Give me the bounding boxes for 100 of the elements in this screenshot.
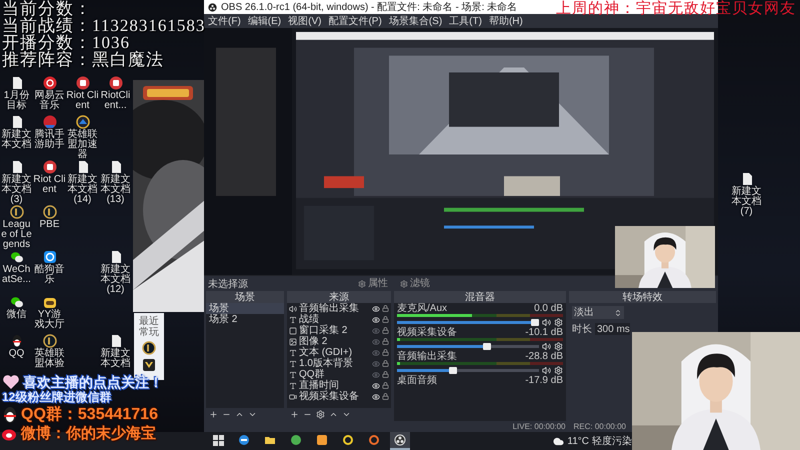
desktop-icon[interactable]: 1月份目标 [0,76,33,111]
game-icon [142,358,156,372]
lock-icon[interactable] [382,349,389,356]
settings-icon[interactable] [554,342,563,350]
source-item[interactable]: 窗口采集 2 [299,325,370,336]
emblem-icon [42,205,56,219]
desktop-icon[interactable]: 新建文本文档 [99,334,132,369]
source-item[interactable]: QQ群 [299,369,370,380]
move-down-icon[interactable] [248,410,257,419]
scene-item[interactable]: 场景 2 [206,314,284,325]
desktop-icon[interactable]: YY游戏大厅 [33,295,66,330]
menu-item[interactable]: 编辑(E) [248,14,282,28]
desktop-icon[interactable]: 腾讯手游助手 [33,115,66,150]
speaker-icon [289,304,297,312]
speaker-icon[interactable] [542,318,551,326]
add-icon[interactable] [290,410,299,419]
status-text: LIVE: 00:00:00 [512,422,566,431]
gear-icon [358,280,366,288]
toolbar-button[interactable]: 属性 [356,278,390,289]
desktop-icon[interactable]: 酷狗音乐 [33,250,66,285]
channel-name: 麦克风/Aux [397,303,448,314]
desktop-icon[interactable]: 英雄联盟加速器 [66,115,99,160]
move-up-icon[interactable] [329,410,338,419]
penguin-icon [2,406,18,424]
speaker-icon[interactable] [542,342,551,350]
source-item[interactable]: 1.0版本背景 [299,358,370,369]
lock-icon[interactable] [382,316,389,323]
lock-icon[interactable] [382,382,389,389]
add-icon[interactable] [209,410,218,419]
transition-select[interactable]: 淡出 [572,306,624,319]
desktop-icon[interactable]: RiotClient... [99,76,132,111]
menu-item[interactable]: 工具(T) [449,14,482,28]
move-up-icon[interactable] [235,410,244,419]
recent-label: 最近常玩 [139,316,159,338]
desktop-icon[interactable]: Riot Client [33,160,66,195]
desktop-icon[interactable]: 新建文本文档 (13) [99,160,132,205]
stats-text: 当前分数： [2,0,93,17]
duration-field[interactable]: 300 ms [595,323,630,335]
taskbar-app[interactable] [390,432,410,450]
folder-icon [264,434,276,446]
text-icon [289,370,297,378]
stats-text: 当前战绩：113283161583 [2,17,206,34]
lock-icon[interactable] [382,305,389,312]
menu-item[interactable]: 文件(F) [208,14,241,28]
menu-item[interactable]: 视图(V) [288,14,322,28]
desktop-icon[interactable]: WeChatSe... [0,250,33,285]
desktop-icon-label: QQ [8,349,26,359]
desktop-icon-label: WeChatSe... [1,265,32,285]
lock-icon[interactable] [382,327,389,334]
desktop-icon-label: 新建文本文档 (7) [730,187,762,217]
lock-icon[interactable] [382,338,389,345]
desktop-icon-label: 新建文本文档 [0,130,32,150]
desktop-icon[interactable]: PBE [33,205,66,230]
camera-icon [289,392,297,400]
source-item[interactable]: 视频采集设备 [299,391,370,402]
source-item[interactable]: 直播时间 [299,380,370,391]
source-item[interactable]: 图像 2 [299,336,370,347]
volume-slider[interactable] [397,344,539,348]
source-item[interactable]: 战绩 [299,314,370,325]
settings-icon[interactable] [316,410,325,419]
settings-icon[interactable] [554,366,563,374]
move-down-icon[interactable] [342,410,351,419]
desktop-icon[interactable]: 新建文本文档 (7) [730,172,763,217]
promo-text: QQ群：535441716 [21,405,158,425]
desktop-icon-label: 新建文本文档 (12) [100,265,132,295]
channel-reading: -10.1 dB [525,327,563,338]
desktop-icon[interactable]: Riot Client [66,76,99,111]
channel-reading: -28.8 dB [525,351,563,362]
menu-item[interactable]: 帮助(H) [488,14,523,28]
panel-title: 场景 [235,290,255,304]
settings-icon[interactable] [554,318,563,326]
text-icon [289,348,297,356]
menu-item[interactable]: 场景集合(S) [388,14,442,28]
desktop-icon-label: YY游戏大厅 [34,310,66,330]
lock-icon[interactable] [382,371,389,378]
channel-name: 视频采集设备 [397,327,457,338]
stats-text: 开播分数：1036 [2,34,130,51]
lock-icon[interactable] [382,393,389,400]
desktop-icon[interactable]: 新建文本文档 (12) [99,250,132,295]
image-icon [289,338,297,346]
volume-slider[interactable] [397,368,539,372]
source-item[interactable]: 文本 (GDI+) [299,347,370,358]
desktop-icon[interactable]: League of Legends [0,205,33,250]
text-icon [289,382,297,390]
desktop-icon[interactable]: 微信 [0,295,33,320]
scene-item[interactable]: 场景 [206,303,284,314]
desktop-icon[interactable]: 新建文本文档 [0,115,33,150]
emblem-icon [42,334,56,348]
volume-slider[interactable] [397,320,539,324]
desktop-icon[interactable]: 英雄联盟体验 [33,334,66,369]
desktop-icon[interactable]: 新建文本文档 (3) [0,160,33,205]
menu-item[interactable]: 配置文件(P) [328,14,382,28]
toolbar-button[interactable]: 滤镜 [398,278,432,289]
emblem-icon [142,341,156,355]
lock-icon[interactable] [382,360,389,367]
desktop-icon[interactable]: 网易云音乐 [33,76,66,111]
desktop-icon[interactable]: 新建文本文档 (14) [66,160,99,205]
desktop-icon[interactable]: QQ [0,334,33,359]
speaker-icon[interactable] [542,366,551,374]
desktop-icon-label: 英雄联盟体验 [34,349,66,369]
